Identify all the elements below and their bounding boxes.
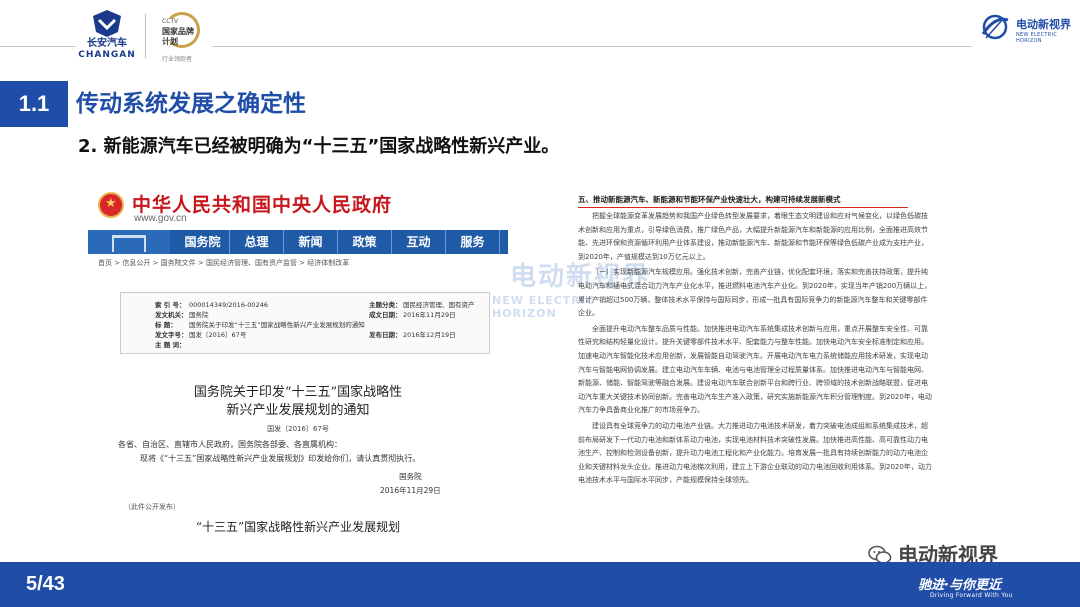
notice-text: 现将《“十三五”国家战略性新兴产业发展规划》印发给你们，请认真贯彻执行。 (140, 454, 421, 463)
policy-paragraph: 把握全球能源变革发展趋势和我国产业绿色转型发展要求，着眼生态文明建设和应对气候变… (578, 212, 928, 261)
gov-nav-item-news[interactable]: 新闻 (284, 230, 338, 254)
notice-title-line2: 新兴产业发展规划的通知 (226, 403, 370, 418)
notice-signature: 国务院 2016年11月29日 (380, 470, 441, 498)
national-emblem-icon (98, 192, 124, 218)
notice-body: 各省、自治区、直辖市人民政府，国务院各部委、各直属机构： 现将《“十三五”国家战… (118, 438, 498, 466)
evv-logo: 电动新视界 NEW ELECTRIC HORIZON (980, 10, 1076, 46)
notice-recipients: 各省、自治区、直辖市人民政府，国务院各部委、各直属机构： (118, 440, 342, 449)
brand-badge-line1: CCTV (162, 18, 179, 25)
meta-index-value: 000014349/2016-00246 (189, 301, 268, 309)
meta-pubdate-label: 发布日期： (369, 331, 402, 339)
gov-nav-item-services[interactable]: 服务 (446, 230, 500, 254)
brand-badge-line4: 行业领跑者 (162, 56, 193, 63)
policy-paragraph: 全面提升电动汽车整车品质与性能。加快推进电动汽车系统集成技术创新与应用，重点开展… (578, 324, 932, 415)
gov-nav-bar: 国务院 总理 新闻 政策 互动 服务 (88, 230, 508, 254)
page-number: 5/43 (26, 573, 65, 595)
gov-site-header: 中华人民共和国中央人民政府 www.gov.cn (88, 184, 508, 230)
meta-topic-label: 主 题 词： (155, 341, 186, 349)
changan-logo: 长安汽车 CHANGAN (78, 8, 136, 66)
meta-index-label: 索 引 号： (155, 301, 186, 309)
slide-header: 长安汽车 CHANGAN CCTV 国家品牌 计划 行业领跑者 电动新视界 NE… (0, 0, 1080, 72)
evv-logo-en: NEW ELECTRIC HORIZON (1016, 32, 1058, 44)
slide-footer: 5/43 驰进·与你更近 Driving Forward With You (0, 562, 1080, 607)
notice-title: 国务院关于印发“十三五”国家战略性 新兴产业发展规划的通知 (88, 384, 508, 420)
gov-nav-item-premier[interactable]: 总理 (230, 230, 284, 254)
policy-paragraph: （一）实现新能源汽车规模应用。强化技术创新，完善产业链，优化配套环境，落实和完善… (578, 268, 932, 318)
footer-slogan: 驰进·与你更近 (918, 578, 1001, 593)
changan-logo-cn: 长安汽车 (87, 38, 127, 49)
section-number: 1.1 (0, 81, 68, 127)
meta-pubdate-value: 2016年12月19日 (403, 331, 456, 339)
meta-category-label: 主题分类： (369, 301, 402, 309)
gov-webpage-screenshot: 中华人民共和国中央人民政府 www.gov.cn 国务院 总理 新闻 政策 互动… (88, 184, 508, 554)
plan-title: “十三五”国家战略性新兴产业发展规划 (195, 520, 401, 534)
meta-title-value: 国务院关于印发“十三五”国家战略性新兴产业发展规划的通知 (189, 321, 365, 329)
meta-category-value: 国民经济管理、国有资产 (403, 301, 475, 309)
gov-nav-item-interaction[interactable]: 互动 (392, 230, 446, 254)
notice-number: 国发〔2016〕67号 (267, 425, 329, 433)
changan-logo-en: CHANGAN (78, 50, 136, 60)
meta-docno-value: 国发〔2016〕67号 (189, 331, 247, 339)
notice-title-line1: 国务院关于印发“十三五”国家战略性 (193, 385, 403, 400)
meta-date-value: 2016年11月29日 (403, 311, 456, 319)
meta-title-label: 标 题： (155, 321, 177, 329)
gov-site-url: www.gov.cn (134, 213, 187, 224)
meta-issuer-value: 国务院 (189, 311, 209, 319)
gov-nav-item-state-council[interactable]: 国务院 (176, 230, 230, 254)
changan-emblem-icon (93, 10, 121, 37)
national-brand-badge: CCTV 国家品牌 计划 行业领跑者 (154, 10, 206, 64)
policy-paragraph: 建设具有全球竞争力的动力电池产业链。大力推进动力电池技术研发，着力突破电池成组和… (578, 421, 932, 485)
meta-issuer-label: 发文机关： (155, 311, 188, 319)
section-title: 传动系统发展之确定性 (76, 91, 306, 117)
notice-publication-note: （此件公开发布） (124, 503, 180, 511)
globe-icon (981, 14, 1009, 40)
evv-logo-cn: 电动新视界 (1016, 18, 1071, 31)
notice-signer: 国务院 (399, 472, 422, 481)
document-meta-table: 索 引 号： 000014349/2016-00246 发文机关： 国务院 标 题：… (120, 292, 490, 354)
header-rule (0, 46, 1080, 47)
title-bar: 1.1 传动系统发展之确定性 (0, 81, 1080, 127)
logo-divider (145, 14, 146, 58)
tiananmen-icon (88, 230, 170, 254)
meta-docno-label: 发文字号： (155, 331, 188, 339)
slide-subtitle: 2. 新能源汽车已经被明确为“十三五”国家战略性新兴产业。 (78, 136, 560, 157)
notice-date: 2016年11月29日 (380, 486, 441, 495)
gov-breadcrumb: 首页 > 信息公开 > 国务院文件 > 国民经济管理、国有资产监管 > 经济体制… (98, 259, 350, 267)
gov-nav-item-policy[interactable]: 政策 (338, 230, 392, 254)
meta-date-label: 成文日期： (369, 311, 402, 319)
footer-slogan-en: Driving Forward With You (930, 592, 1013, 599)
policy-excerpt: 五、推动新能源汽车、新能源和节能环保产业快速壮大，构建可持续发展新模式 把握全球… (578, 194, 934, 488)
policy-heading: 五、推动新能源汽车、新能源和节能环保产业快速壮大，构建可持续发展新模式 (578, 194, 908, 208)
